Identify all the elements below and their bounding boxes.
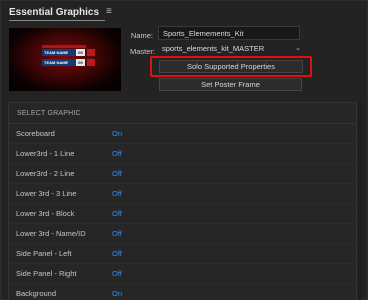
property-toggle[interactable]: Off — [112, 169, 122, 178]
property-label: Scoreboard — [16, 129, 55, 138]
property-toggle[interactable]: Off — [112, 229, 122, 238]
scoreboard-preview: TEAM NAME 00 TEAM NAME 00 — [42, 45, 97, 71]
property-toggle[interactable]: Off — [112, 249, 122, 258]
active-tab-underline — [9, 20, 105, 21]
property-label: Background — [16, 289, 57, 298]
chevron-down-icon: ⌄ — [295, 45, 301, 52]
set-poster-frame-button[interactable]: Set Poster Frame — [159, 78, 302, 91]
property-toggle[interactable]: On — [112, 129, 122, 138]
property-row-scoreboard: Scoreboard On — [9, 124, 356, 144]
name-field[interactable] — [158, 26, 300, 40]
scoreboard-row: TEAM NAME 00 — [42, 49, 97, 56]
property-label: Lower 3rd - Block — [16, 209, 75, 218]
property-row-lower3rd-name-id: Lower 3rd - Name/ID Off — [9, 224, 356, 244]
name-label: Name: — [130, 31, 153, 40]
property-row-lower3rd-block: Lower 3rd - Block Off — [9, 204, 356, 224]
property-row-lower3rd-2-line: Lower3rd - 2 Line Off — [9, 164, 356, 184]
property-label: Lower 3rd - 3 Line — [16, 189, 77, 198]
team-name: TEAM NAME — [42, 59, 76, 66]
property-label: Side Panel - Left — [16, 249, 72, 258]
property-row-side-panel-right: Side Panel - Right Off — [9, 264, 356, 284]
property-row-lower3rd-3-line: Lower 3rd - 3 Line Off — [9, 184, 356, 204]
panel-title[interactable]: Essential Graphics — [9, 7, 99, 18]
property-label: Lower 3rd - Name/ID — [16, 229, 86, 238]
poster-thumbnail: TEAM NAME 00 TEAM NAME 00 — [9, 28, 121, 91]
master-value: sports_elements_kit_MASTER — [162, 44, 265, 53]
team-score: 00 — [76, 59, 85, 66]
highlight-annotation — [150, 56, 312, 77]
property-row-background: Background On — [9, 284, 356, 300]
property-label: Lower3rd - 1 Line — [16, 149, 75, 158]
property-label: Side Panel - Right — [16, 269, 77, 278]
team-flag — [87, 49, 95, 56]
property-toggle[interactable]: On — [112, 289, 122, 298]
property-toggle[interactable]: Off — [112, 149, 122, 158]
team-score: 00 — [76, 49, 85, 56]
property-toggle[interactable]: Off — [112, 269, 122, 278]
property-toggle[interactable]: Off — [112, 189, 122, 198]
properties-scrollbar[interactable] — [358, 102, 362, 300]
hamburger-icon[interactable]: ≡ — [106, 7, 112, 17]
property-toggle[interactable]: Off — [112, 209, 122, 218]
section-title: SELECT GRAPHIC — [17, 110, 81, 117]
scoreboard-header-bar — [42, 45, 86, 48]
property-row-lower3rd-1-line: Lower3rd - 1 Line Off — [9, 144, 356, 164]
property-row-side-panel-left: Side Panel - Left Off — [9, 244, 356, 264]
scoreboard-row: TEAM NAME 00 — [42, 59, 97, 66]
master-select[interactable]: sports_elements_kit_MASTER ⌄ — [158, 42, 304, 56]
team-flag — [87, 59, 95, 66]
properties-section: SELECT GRAPHIC Scoreboard On Lower3rd - … — [8, 102, 357, 300]
property-label: Lower3rd - 2 Line — [16, 169, 75, 178]
master-label: Master: — [129, 47, 155, 56]
essential-graphics-panel: Essential Graphics ≡ TEAM NAME 00 TEAM N… — [0, 0, 368, 300]
team-name: TEAM NAME — [42, 49, 76, 56]
